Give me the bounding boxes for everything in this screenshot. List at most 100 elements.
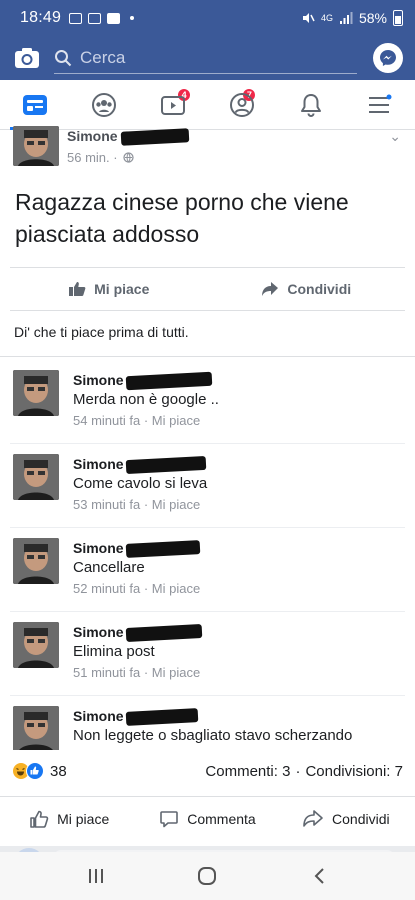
- comment-like-link[interactable]: Mi piace: [152, 497, 200, 512]
- search-icon: [55, 49, 72, 66]
- battery-percent: 58%: [358, 10, 387, 26]
- like-button[interactable]: Mi piace: [0, 809, 138, 829]
- redaction-scribble: [125, 372, 212, 391]
- comment-button[interactable]: Commenta: [138, 809, 276, 829]
- recent-apps-button[interactable]: [76, 856, 116, 896]
- youtube-notification-icon: [107, 12, 121, 24]
- post-author[interactable]: Simone: [67, 128, 190, 147]
- comment-avatar[interactable]: [13, 706, 59, 750]
- more-notifications-icon: [130, 16, 135, 20]
- top-search-bar: Cerca: [0, 36, 415, 80]
- comment-text: Merda non è google ..: [73, 391, 219, 408]
- comment-author[interactable]: Simone: [73, 456, 206, 475]
- menu-icon: [369, 94, 392, 113]
- news-feed-icon: [22, 94, 47, 115]
- comments-count[interactable]: Commenti: 3: [205, 763, 290, 780]
- gallery-notification-icon: [69, 12, 83, 24]
- groups-icon: [91, 92, 116, 117]
- post-time[interactable]: 56 min. ·: [67, 150, 118, 165]
- comment-avatar[interactable]: [13, 370, 59, 416]
- post-like-button[interactable]: Mi piace: [10, 281, 208, 297]
- tab-watch[interactable]: 7: [138, 80, 257, 129]
- bell-icon: [301, 93, 322, 117]
- post-share-label: Condividi: [287, 281, 352, 297]
- comment-item: Simone Merda non è google .. 54 minuti f…: [0, 370, 415, 452]
- redaction-scribble: [125, 456, 206, 475]
- share-label: Condividi: [332, 810, 390, 827]
- comment-author[interactable]: Simone: [73, 540, 200, 559]
- profile-icon: [230, 92, 255, 117]
- comment-meta: 53 minuti fa · Mi piace: [73, 497, 201, 512]
- home-button[interactable]: [187, 856, 227, 896]
- search-input[interactable]: Cerca: [54, 42, 357, 74]
- post-meta: 56 min. ·: [67, 150, 134, 165]
- comment-item: Simone Non leggete o sbagliato stavo sch…: [0, 706, 415, 750]
- share-button[interactable]: Condividi: [277, 809, 415, 829]
- share-arrow-icon: [262, 282, 279, 296]
- comment-like-link[interactable]: Mi piace: [152, 665, 200, 680]
- comment-avatar[interactable]: [13, 454, 59, 500]
- comment-avatar[interactable]: [13, 622, 59, 668]
- divider: [10, 695, 405, 696]
- post-like-label: Mi piace: [94, 281, 150, 297]
- tab-menu[interactable]: [346, 80, 415, 129]
- post-header: Simone ⌄ 56 min. ·: [0, 126, 415, 176]
- tab-groups[interactable]: 4: [69, 80, 192, 129]
- reaction-icons: [12, 762, 44, 780]
- first-comment-prompt: Di' che ti piace prima di tutti.: [14, 324, 189, 340]
- thumbs-up-icon: [69, 282, 86, 296]
- comment-label: Commenta: [187, 810, 256, 827]
- status-notification-icons: [69, 12, 135, 24]
- system-navigation-bar: [0, 852, 415, 900]
- comment-like-link[interactable]: Mi piace: [152, 413, 200, 428]
- tab-notifications[interactable]: [277, 80, 346, 129]
- share-arrow-icon: [303, 809, 323, 827]
- messenger-icon[interactable]: [373, 43, 403, 73]
- back-button[interactable]: [299, 856, 339, 896]
- mute-icon: [302, 13, 315, 23]
- divider: [10, 443, 405, 444]
- comment-text: Cancellare: [73, 559, 145, 576]
- comment-author[interactable]: Simone: [73, 372, 212, 391]
- tab-news-feed[interactable]: [0, 80, 69, 130]
- comment-like-link[interactable]: Mi piace: [152, 581, 200, 596]
- recent-apps-icon: [88, 869, 103, 883]
- reaction-count: 38: [50, 762, 67, 780]
- comment-author[interactable]: Simone: [73, 624, 202, 643]
- comment-text: Elimina post: [73, 643, 155, 660]
- search-placeholder: Cerca: [80, 47, 126, 67]
- bottom-action-bar: Mi piace Commenta Condividi: [0, 796, 415, 840]
- status-right: 4G 58%: [301, 10, 403, 26]
- comment-text: Non leggete o sbagliato stavo scherzando: [73, 727, 353, 744]
- image-notification-icon: [88, 12, 102, 24]
- watch-icon: [160, 95, 185, 115]
- comment-item: Simone Come cavolo si leva 53 minuti fa …: [0, 454, 415, 536]
- battery-icon: [393, 10, 403, 26]
- signal-icon: [339, 12, 353, 24]
- redaction-scribble: [125, 540, 200, 559]
- comment-author[interactable]: Simone: [73, 708, 198, 727]
- engagement-counts: Commenti: 3 · Condivisioni: 7: [205, 762, 403, 780]
- post-share-button[interactable]: Condividi: [208, 281, 406, 297]
- comment-bubble-icon: [160, 810, 179, 827]
- like-label: Mi piace: [57, 810, 110, 827]
- redaction-scribble: [121, 128, 190, 147]
- post-action-bar: Mi piace Condividi: [10, 267, 405, 311]
- comment-item: Simone Cancellare 52 minuti fa · Mi piac…: [0, 538, 415, 620]
- divider: [10, 527, 405, 528]
- author-avatar[interactable]: [13, 126, 59, 166]
- home-icon: [198, 867, 217, 885]
- thumbs-up-icon: [30, 810, 49, 828]
- redaction-scribble: [125, 708, 198, 727]
- chevron-down-icon[interactable]: ⌄: [389, 128, 401, 145]
- redaction-scribble: [125, 624, 202, 643]
- camera-icon[interactable]: [12, 45, 42, 71]
- shares-count[interactable]: Condivisioni: 7: [305, 763, 403, 780]
- post: Simone ⌄ 56 min. · Ragazza cinese porno …: [0, 126, 415, 357]
- like-icon: [26, 762, 44, 780]
- comment-meta: 51 minuti fa · Mi piace: [73, 665, 201, 680]
- comment-item: Simone Elimina post 51 minuti fa · Mi pi…: [0, 622, 415, 704]
- reactions-summary[interactable]: 38 Commenti: 3 · Condivisioni: 7: [0, 756, 415, 786]
- tab-profile[interactable]: [208, 80, 277, 129]
- comment-avatar[interactable]: [13, 538, 59, 584]
